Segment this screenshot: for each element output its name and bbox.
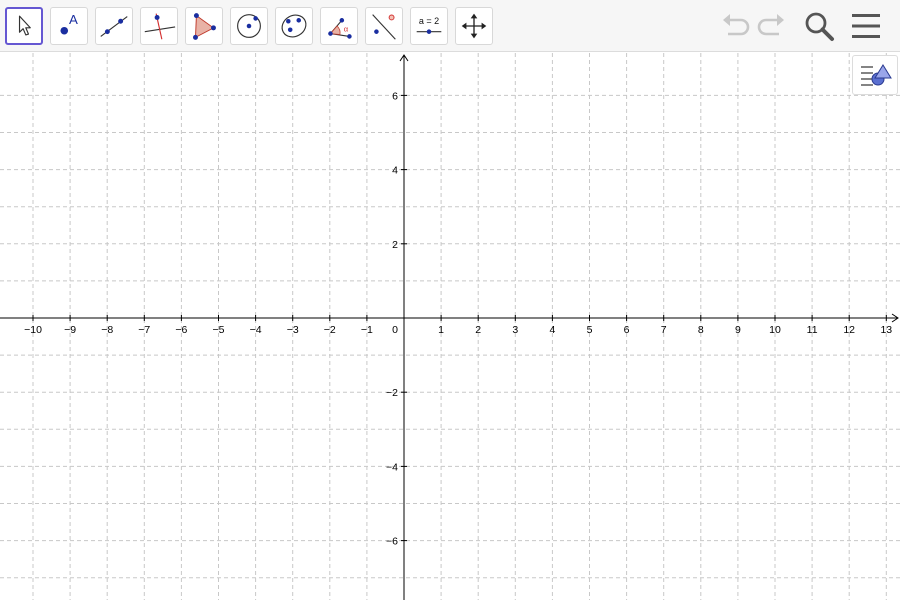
menu-icon [852,14,880,38]
line-tool-button[interactable] [95,7,133,45]
angle-icon: α [328,18,352,39]
ellipse-icon [281,14,307,38]
x-tick-label: −10 [24,324,42,336]
svg-text:α: α [344,25,349,34]
y-tick-label: −6 [386,536,398,548]
circle-with-center-icon [237,14,261,38]
cursor-arrow-icon [18,15,31,36]
redo-icon [757,14,784,36]
x-tick-label: 10 [769,324,781,336]
slider-icon: a = 2 [416,16,442,34]
y-tick-label: −4 [386,461,398,473]
circle-tool-button[interactable] [230,7,268,45]
x-tick-label: 4 [549,324,555,336]
x-tick-label: 12 [843,324,855,336]
undo-icon [723,14,750,36]
x-tick-label: 0 [392,324,398,336]
x-tick-label: −5 [213,324,225,336]
style-bar-toggle-button[interactable] [852,55,898,95]
line-icon [100,16,128,37]
x-tick-label: 3 [512,324,518,336]
reflect-about-line-icon [372,14,396,40]
x-tick-label: −1 [361,324,373,336]
grid [0,53,900,600]
redo-button[interactable] [756,10,788,42]
svg-text:a = 2: a = 2 [419,16,439,26]
svg-text:A: A [69,12,78,27]
x-tick-label: −6 [175,324,187,336]
menu-button[interactable] [850,10,882,42]
x-tick-label: −3 [287,324,299,336]
y-tick-label: 2 [392,239,398,251]
style-bar-toggle-icon [861,64,892,86]
y-tick-label: 4 [392,165,398,177]
toolbar: A α a = 2 [0,0,900,52]
slider-tool-button[interactable]: a = 2 [410,7,448,45]
x-tick-label: 2 [475,324,481,336]
x-tick-label: 5 [587,324,593,336]
polygon-tool-button[interactable] [185,7,223,45]
search-icon [805,12,834,41]
point-tool-button[interactable]: A [50,7,88,45]
reflect-tool-button[interactable] [365,7,403,45]
x-tick-label: −7 [138,324,150,336]
undo-button[interactable] [719,10,751,42]
polygon-icon [193,13,216,40]
axes [0,54,899,600]
x-tick-label: −8 [101,324,113,336]
y-tick-label: 6 [392,90,398,102]
x-tick-label: −9 [64,324,76,336]
angle-tool-button[interactable]: α [320,7,358,45]
y-tick-label: −2 [386,387,398,399]
perpendicular-line-icon [144,13,176,40]
conic-tool-button[interactable] [275,7,313,45]
x-tick-label: 13 [880,324,892,336]
x-tick-label: 8 [698,324,704,336]
move-tool-button[interactable] [5,7,43,45]
x-tick-label: 9 [735,324,741,336]
move-graphics-view-tool-button[interactable] [455,7,493,45]
x-tick-label: 1 [438,324,444,336]
x-tick-label: 7 [661,324,667,336]
move-arrows-icon [461,13,487,39]
x-tick-label: 6 [624,324,630,336]
x-tick-label: −4 [250,324,262,336]
point-icon: A [60,12,78,35]
perpendicular-line-tool-button[interactable] [140,7,178,45]
search-button[interactable] [803,10,835,42]
x-tick-label: 11 [807,324,818,336]
graphics-view[interactable]: −10 −9 −8 −7 −6 −5 −4 −3 −2 −1 0 1 2 3 4 5 6 7 8 9 10 11 12 13 … [0,53,900,600]
x-tick-label: −2 [324,324,336,336]
